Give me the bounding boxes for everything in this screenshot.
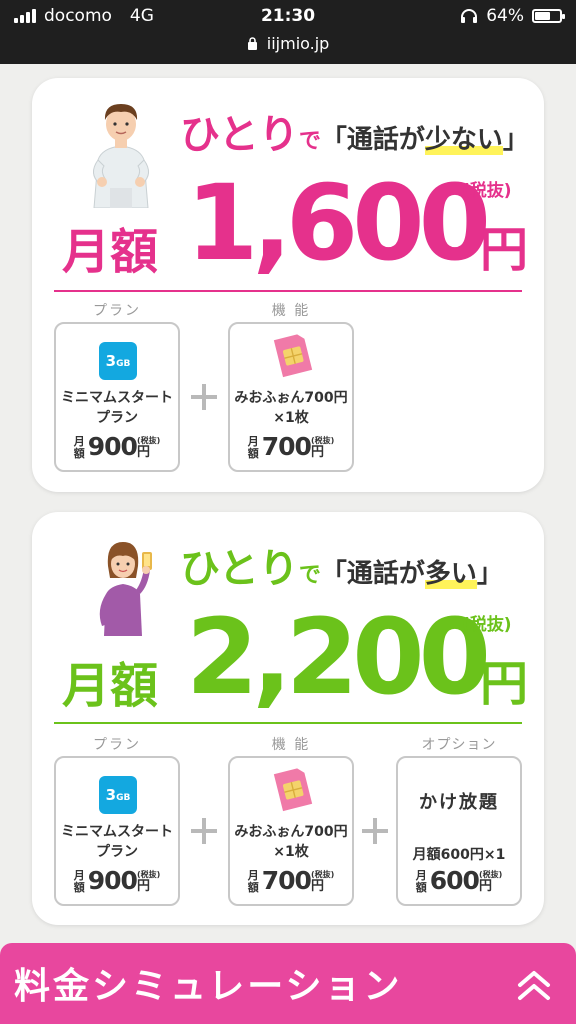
double-chevron-up-icon[interactable]: [516, 967, 552, 1003]
plus-icon: [191, 384, 217, 410]
column-label-option: オプション: [421, 737, 497, 753]
column-label-feature: 機 能: [271, 303, 311, 319]
headline-open: 「通話が: [320, 559, 425, 589]
option-subtitle: 月額600円×1: [412, 847, 506, 863]
headphones-icon: [461, 9, 478, 23]
plus-icon: [362, 818, 388, 844]
price-amount: 2,200: [186, 596, 491, 718]
price-tax: (税抜): [462, 615, 512, 635]
monthly-label: 月額: [62, 224, 159, 280]
headline-close: 」: [476, 559, 503, 589]
item-price: 月額 600 (税抜) 円: [415, 866, 503, 895]
price-yen: 円: [480, 222, 529, 278]
woman-illustration: [99, 542, 152, 636]
status-bar: docomo 4G 21:30 64% iijmio.jp: [0, 0, 576, 64]
price-amount: 1,600: [186, 162, 491, 284]
plus-icon: [191, 818, 217, 844]
item-price: 月額 700 (税抜) 円: [247, 432, 335, 461]
lock-icon: [247, 37, 257, 50]
divider: [54, 290, 522, 292]
headline-de: で: [298, 563, 321, 588]
3gb-icon: 3GB: [99, 342, 137, 380]
headline-mark: 少ない: [424, 125, 503, 155]
fee-simulation-bar[interactable]: 料金シミュレーション: [0, 943, 576, 1024]
3gb-icon: 3GB: [99, 776, 137, 814]
divider: [54, 722, 522, 724]
plan-item-minimum-start[interactable]: 3GB ミニマムスタート プラン 月額 900 (税抜) 円: [54, 322, 180, 472]
item-name: みおふぉん700円 ×1枚: [234, 824, 348, 860]
price-yen: 円: [480, 656, 529, 712]
battery-fill: [535, 12, 551, 20]
url-text: iijmio.jp: [266, 34, 330, 53]
headline-open: 「通話が: [320, 125, 425, 155]
headline-mark: 多い: [424, 559, 477, 589]
man-illustration: [93, 104, 149, 208]
plan-card-many-calls: ひとりで「通話が多い」 月額 2,200 円 (税抜) プラン 機 能 オプショ…: [32, 512, 544, 925]
battery-icon: [532, 9, 565, 23]
column-label-plan: プラン: [93, 303, 141, 319]
option-title: かけ放題: [419, 792, 499, 813]
headline-de: で: [298, 129, 321, 154]
sim-card-icon: [273, 334, 313, 378]
column-label-feature: 機 能: [271, 737, 311, 753]
column-label-plan: プラン: [93, 737, 141, 753]
plan-headline: ひとりで「通話が少ない」: [180, 102, 529, 160]
item-name: ミニマムスタート プラン: [61, 390, 173, 426]
item-name: ミニマムスタート プラン: [61, 824, 173, 860]
address-bar[interactable]: iijmio.jp: [0, 34, 576, 53]
plan-item-minimum-start[interactable]: 3GB ミニマムスタート プラン 月額 900 (税抜) 円: [54, 756, 180, 906]
battery-percent: 64%: [486, 6, 524, 26]
item-price: 月額 900 (税抜) 円: [73, 432, 161, 461]
plan-item-miofone[interactable]: みおふぉん700円 ×1枚 月額 700 (税抜) 円: [228, 756, 354, 906]
headline-hitori: ひとり: [180, 546, 299, 592]
item-price: 月額 900 (税抜) 円: [73, 866, 161, 895]
option-item-kakehoudai[interactable]: かけ放題 月額600円×1 月額 600 (税抜) 円: [396, 756, 522, 906]
plan-item-miofone[interactable]: みおふぉん700円 ×1枚 月額 700 (税抜) 円: [228, 322, 354, 472]
monthly-label: 月額: [62, 658, 159, 714]
fee-simulation-label: 料金シミュレーション: [14, 966, 403, 1007]
plan-headline: ひとりで「通話が多い」: [180, 536, 503, 594]
item-name: みおふぉん700円 ×1枚: [234, 390, 348, 426]
price-tax: (税抜): [462, 181, 512, 201]
item-price: 月額 700 (税抜) 円: [247, 866, 335, 895]
plan-card-few-calls: ひとりで「通話が少ない」 月額 1,600 円 (税抜) プラン 機 能 3GB…: [32, 78, 544, 492]
sim-card-icon: [273, 768, 313, 812]
headline-hitori: ひとり: [180, 112, 299, 158]
headline-close: 」: [502, 125, 529, 155]
